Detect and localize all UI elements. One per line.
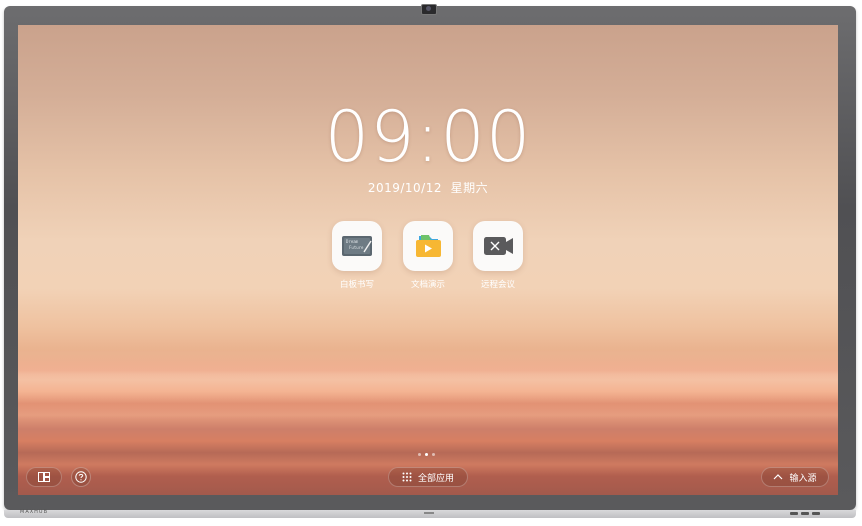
app-document-tile[interactable] — [403, 221, 453, 271]
layout-grid-icon — [38, 472, 50, 482]
all-apps-button[interactable]: 全部应用 — [388, 467, 468, 487]
input-source-button[interactable]: 输入源 — [761, 467, 829, 487]
app-meeting-label: 远程会议 — [480, 280, 515, 290]
input-source-label: 输入源 — [789, 473, 817, 484]
horizon-haze — [18, 350, 838, 420]
center-logo-mark — [424, 512, 434, 514]
weekday-text: 星期六 — [450, 181, 489, 195]
app-whiteboard[interactable]: Dream Future 白板书写 — [327, 221, 387, 290]
page-dot[interactable] — [432, 453, 435, 456]
camera-icon — [421, 4, 437, 15]
folder-play-icon — [416, 235, 441, 257]
home-screen: 09:00 2019/10/12 星期六 Dream Future 白板书写 文… — [18, 25, 838, 495]
svg-text:Future: Future — [349, 245, 364, 250]
help-button[interactable] — [71, 467, 91, 487]
app-document-label: 文档演示 — [410, 280, 445, 290]
svg-text:Dream: Dream — [346, 239, 359, 244]
help-icon — [75, 471, 87, 483]
apps-grid-icon — [402, 472, 412, 482]
layout-button[interactable] — [26, 467, 62, 487]
port — [790, 512, 798, 515]
page-indicator — [418, 453, 435, 456]
port — [801, 512, 809, 515]
chevron-up-icon — [774, 474, 783, 480]
brand-logo: MAXHUB — [20, 509, 49, 515]
app-meeting-tile[interactable] — [473, 221, 523, 271]
whiteboard-icon: Dream Future — [342, 236, 372, 256]
clock-date: 2019/10/12 星期六 — [18, 179, 838, 196]
app-meeting[interactable]: 远程会议 — [468, 221, 528, 290]
page-dot-active[interactable] — [425, 453, 428, 456]
app-whiteboard-tile[interactable]: Dream Future — [332, 221, 382, 271]
page-dot[interactable] — [418, 453, 421, 456]
app-document[interactable]: 文档演示 — [398, 221, 458, 290]
date-text: 2019/10/12 — [367, 181, 442, 195]
clock-time: 09:00 — [324, 96, 532, 178]
front-ports — [790, 512, 820, 515]
video-camera-icon — [484, 237, 513, 255]
app-whiteboard-label: 白板书写 — [339, 280, 374, 290]
port — [812, 512, 820, 515]
all-apps-label: 全部应用 — [417, 473, 454, 484]
